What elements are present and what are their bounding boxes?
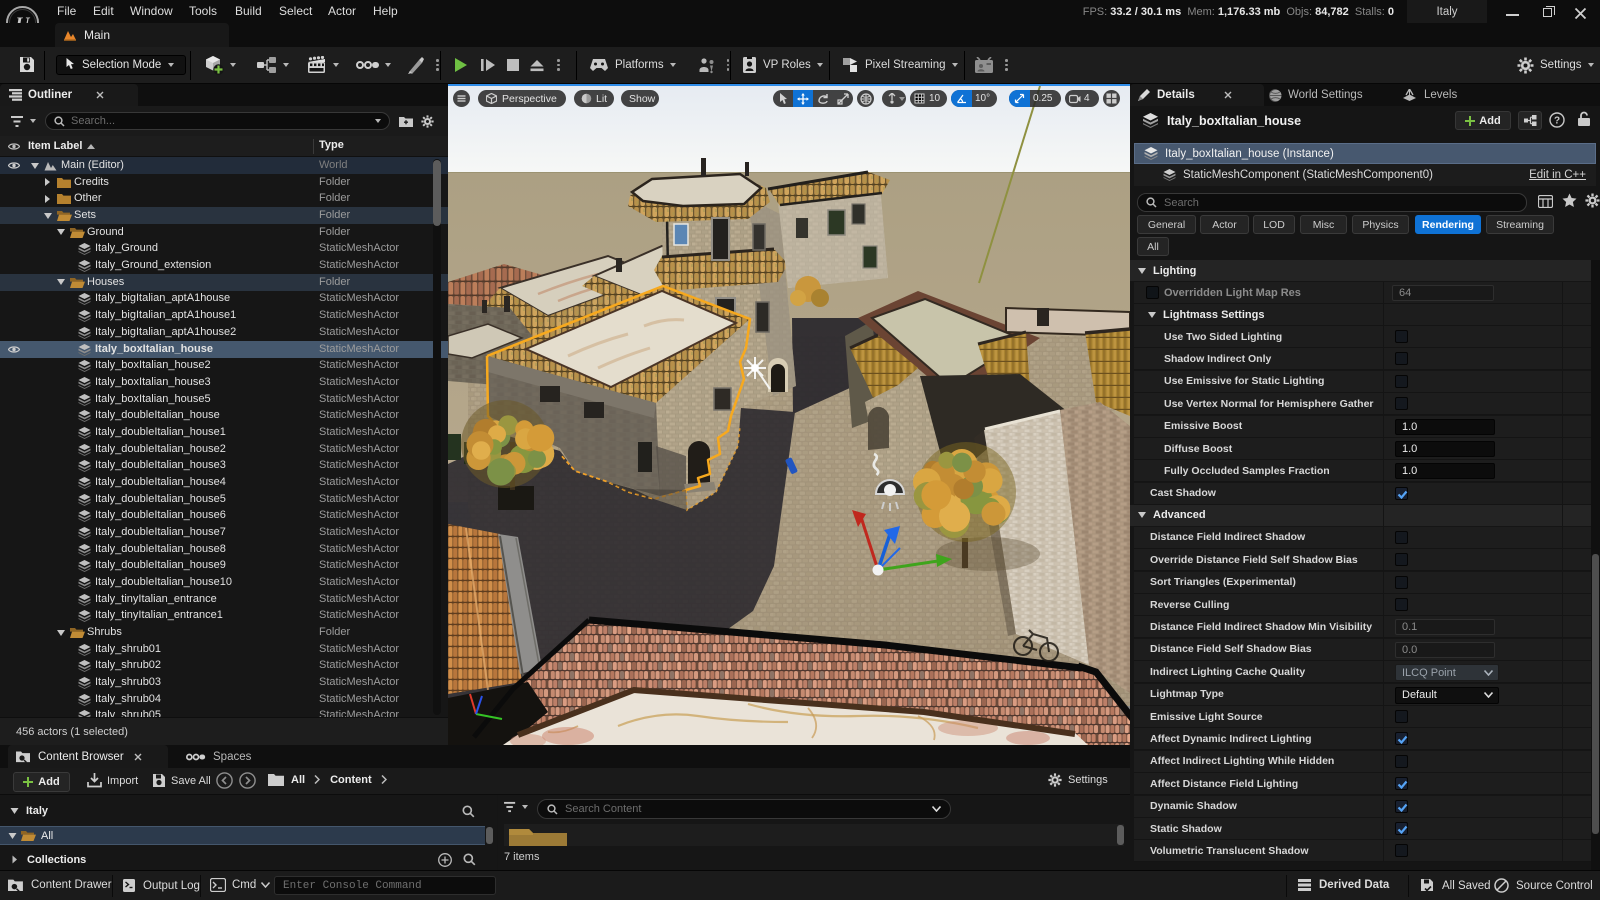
svg-text:?: ? — [1554, 116, 1560, 127]
